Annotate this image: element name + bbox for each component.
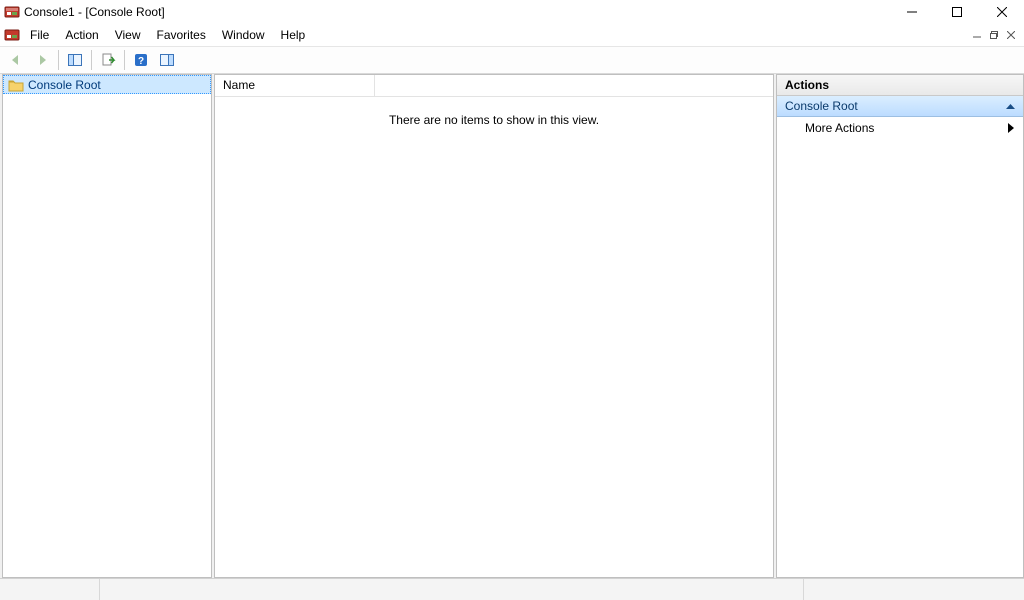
collapse-icon <box>1006 102 1015 111</box>
statusbar <box>0 578 1024 600</box>
status-segment <box>0 579 100 600</box>
tree-root-node[interactable]: Console Root <box>3 75 211 94</box>
actions-pane-title: Actions <box>777 75 1023 96</box>
forward-button[interactable] <box>30 49 54 71</box>
toolbar: ? <box>0 46 1024 74</box>
mdi-minimize-button[interactable] <box>970 28 984 42</box>
svg-text:?: ? <box>138 56 144 67</box>
mmc-app-icon <box>4 4 20 20</box>
status-segment <box>100 579 804 600</box>
menu-help[interactable]: Help <box>273 26 314 44</box>
window-title: Console1 - [Console Root] <box>24 5 889 19</box>
maximize-button[interactable] <box>934 0 979 24</box>
list-header: Name <box>215 75 773 97</box>
folder-icon <box>8 78 24 92</box>
mdi-restore-button[interactable] <box>987 28 1001 42</box>
submenu-arrow-icon <box>1007 123 1015 133</box>
main-body: Console Root Name There are no items to … <box>0 74 1024 578</box>
actions-pane: Actions Console Root More Actions <box>776 74 1024 578</box>
menu-file[interactable]: File <box>22 26 57 44</box>
show-hide-console-tree-button[interactable] <box>63 49 87 71</box>
export-list-button[interactable] <box>96 49 120 71</box>
mdi-window-controls <box>970 28 1024 42</box>
mdi-close-button[interactable] <box>1004 28 1018 42</box>
menu-window[interactable]: Window <box>214 26 273 44</box>
actions-more-actions[interactable]: More Actions <box>777 117 1023 139</box>
results-list-pane[interactable]: Name There are no items to show in this … <box>214 74 774 578</box>
minimize-button[interactable] <box>889 0 934 24</box>
menu-action[interactable]: Action <box>57 26 106 44</box>
list-empty-message: There are no items to show in this view. <box>215 97 773 127</box>
mdi-document-icon <box>4 27 20 43</box>
actions-group-header[interactable]: Console Root <box>777 96 1023 117</box>
column-header-name[interactable]: Name <box>215 75 375 96</box>
console-tree-pane[interactable]: Console Root <box>2 74 212 578</box>
menu-view[interactable]: View <box>107 26 149 44</box>
status-segment <box>804 579 1024 600</box>
close-button[interactable] <box>979 0 1024 24</box>
help-button[interactable]: ? <box>129 49 153 71</box>
toolbar-separator <box>58 50 59 70</box>
actions-group-label: Console Root <box>785 99 858 113</box>
menubar: File Action View Favorites Window Help <box>0 24 1024 46</box>
window-controls <box>889 0 1024 24</box>
show-hide-action-pane-button[interactable] <box>155 49 179 71</box>
toolbar-separator <box>124 50 125 70</box>
toolbar-separator <box>91 50 92 70</box>
back-button[interactable] <box>4 49 28 71</box>
menu-favorites[interactable]: Favorites <box>149 26 214 44</box>
titlebar: Console1 - [Console Root] <box>0 0 1024 24</box>
tree-root-label: Console Root <box>28 78 101 92</box>
actions-more-actions-label: More Actions <box>805 121 874 135</box>
